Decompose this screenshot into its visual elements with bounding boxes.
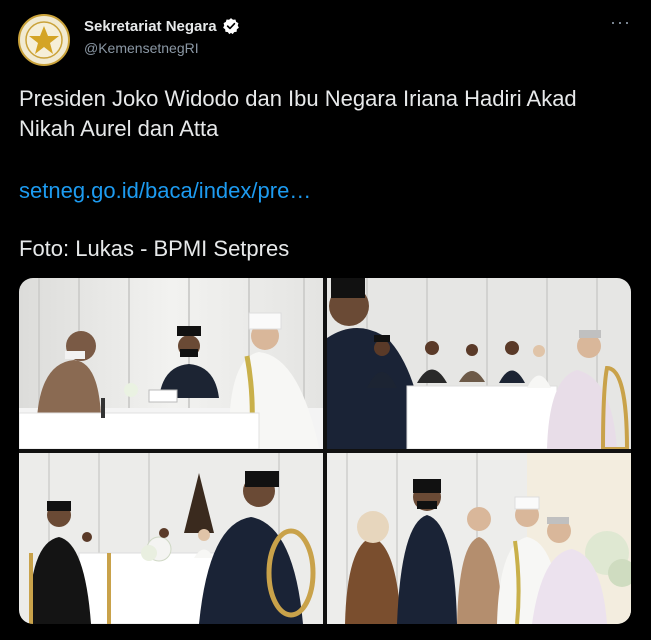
photo-3[interactable] <box>19 453 323 624</box>
more-options-icon[interactable]: ··· <box>610 12 631 33</box>
photo-3-image <box>19 453 323 624</box>
avatar[interactable] <box>18 14 70 66</box>
gold-star-emblem-icon <box>25 21 63 59</box>
name-row: Sekretariat Negara <box>84 17 240 35</box>
verified-badge-icon <box>222 18 239 35</box>
tweet-text: Presiden Joko Widodo dan Ibu Negara Iria… <box>19 86 577 141</box>
account-handle[interactable]: @KemensetnegRI <box>84 40 199 56</box>
photo-credit: Foto: Lukas - BPMI Setpres <box>19 236 290 261</box>
photo-4[interactable] <box>327 453 631 624</box>
tweet-link[interactable]: setneg.go.id/baca/index/pre… <box>19 176 311 206</box>
photo-2-image <box>327 278 631 449</box>
photo-2[interactable] <box>327 278 631 449</box>
photo-1[interactable] <box>19 278 323 449</box>
photo-gallery <box>19 278 631 624</box>
photo-1-image <box>19 278 323 449</box>
tweet-card: Sekretariat Negara @KemensetnegRI ··· Pr… <box>0 0 651 640</box>
display-name[interactable]: Sekretariat Negara <box>84 18 217 35</box>
photo-4-image <box>327 453 631 624</box>
